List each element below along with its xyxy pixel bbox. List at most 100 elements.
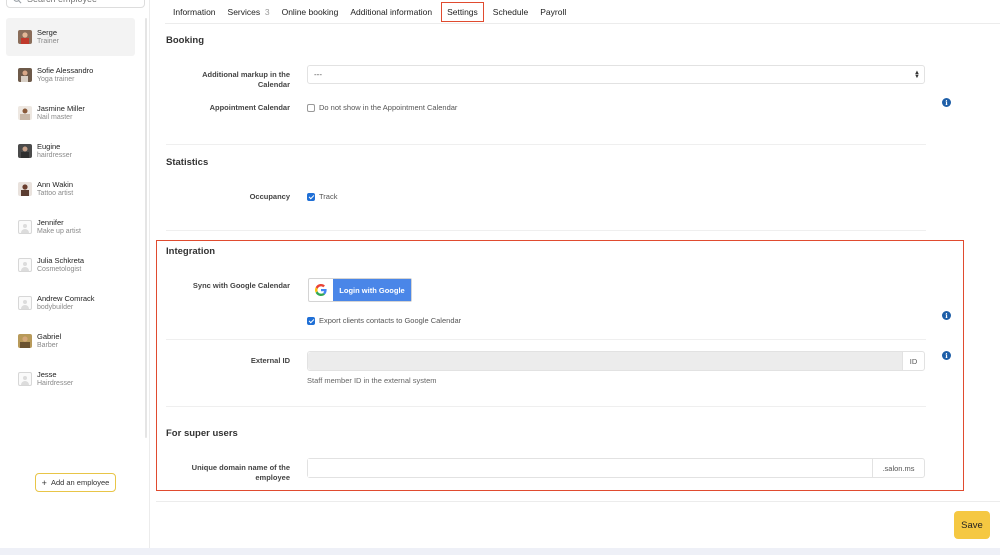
search-icon: [13, 0, 22, 3]
section-divider: [166, 230, 926, 231]
avatar: [18, 334, 32, 348]
avatar: [18, 30, 32, 44]
section-divider: [166, 406, 926, 407]
employee-name: Andrew Comrack: [37, 294, 95, 303]
booking-section-title: Booking: [166, 35, 204, 46]
domain-name-field[interactable]: [308, 459, 872, 477]
employee-name: Gabriel: [37, 332, 62, 341]
employee-search[interactable]: [6, 0, 145, 8]
info-icon[interactable]: i: [942, 311, 951, 320]
tab-services-label: Services: [227, 6, 261, 17]
export-contacts-option[interactable]: Export clients contacts to Google Calend…: [307, 316, 461, 325]
avatar: [18, 182, 32, 196]
domain-name-input[interactable]: .salon.ms: [307, 458, 925, 478]
employee-role: Yoga trainer: [37, 76, 75, 83]
domain-name-label: Unique domain name of the employee: [191, 463, 290, 482]
employee-item-jasmine[interactable]: Jasmine Miller Nail master: [6, 94, 135, 132]
employee-role: Nail master: [37, 114, 73, 121]
employee-sidebar: SergeTrainer Sofie AlessandroYoga traine…: [0, 0, 150, 548]
employee-name: Jesse: [37, 370, 57, 379]
info-icon[interactable]: i: [942, 98, 951, 107]
employee-item-ann[interactable]: Ann Wakin Tattoo artist: [6, 170, 135, 208]
employee-name: Jennifer: [37, 218, 64, 227]
footer-bar: [156, 501, 1000, 548]
search-input[interactable]: [27, 0, 137, 4]
info-icon[interactable]: i: [942, 351, 951, 360]
external-id-hint: Staff member ID in the external system: [307, 376, 437, 385]
integration-section-title: Integration: [166, 246, 216, 257]
employee-item-andrew[interactable]: Andrew Comrack bodybuilder: [6, 284, 135, 322]
employee-role: Barber: [37, 342, 59, 349]
employee-name: Julia Schkreta: [37, 256, 85, 265]
sidebar-scrollbar[interactable]: [145, 18, 147, 438]
export-contacts-checkbox[interactable]: [307, 316, 315, 325]
employee-role: bodybuilder: [37, 304, 74, 311]
employee-name: Sofie Alessandro: [37, 66, 94, 75]
plus-icon: +: [41, 477, 47, 488]
employee-list: Serge Trainer Sofie Alessandro Yoga traine…: [6, 18, 135, 398]
track-text: Track: [319, 192, 338, 201]
external-id-input[interactable]: ID: [307, 351, 925, 371]
employee-item-jesse[interactable]: Jesse Hairdresser: [6, 360, 135, 398]
login-with-google-button[interactable]: Login with Google: [308, 278, 412, 302]
employee-item-jennifer[interactable]: Jennifer Make up artist: [6, 208, 135, 246]
external-id-label: External ID: [250, 356, 290, 365]
statistics-section-title: Statistics: [166, 157, 209, 168]
google-logo-icon: [309, 279, 333, 301]
appointment-calendar-label: Appointment Calendar: [209, 103, 290, 112]
employee-item-gabriel[interactable]: Gabriel Barber: [6, 322, 135, 360]
section-divider: [166, 339, 926, 340]
external-id-field[interactable]: [308, 352, 902, 370]
employee-role: Hairdresser: [37, 380, 74, 387]
employee-item-sofie[interactable]: Sofie Alessandro Yoga trainer: [6, 56, 135, 94]
super-users-section-title: For super users: [166, 428, 238, 439]
add-employee-button[interactable]: + Add an employee: [35, 473, 116, 492]
google-sync-label: Sync with Google Calendar: [192, 281, 290, 290]
markup-select-value: ---: [314, 70, 322, 79]
employee-name: Serge: [37, 28, 58, 37]
employee-item-eugine[interactable]: Eugine hairdresser: [6, 132, 135, 170]
avatar-placeholder-icon: [18, 296, 32, 310]
external-id-addon: ID: [902, 352, 924, 370]
bottom-strip: [0, 548, 1000, 555]
tab-information[interactable]: Information: [173, 7, 216, 17]
employee-name: Ann Wakin: [37, 180, 73, 189]
login-with-google-label: Login with Google: [333, 279, 411, 301]
employee-role: hairdresser: [37, 152, 73, 159]
select-arrows-icon: ▲ ▼: [914, 69, 920, 80]
tab-additional-information[interactable]: Additional information: [350, 7, 432, 17]
avatar: [18, 68, 32, 82]
tab-schedule[interactable]: Schedule: [493, 7, 528, 17]
employee-item-julia[interactable]: Julia Schkreta Cosmetologist: [6, 246, 135, 284]
markup-select[interactable]: --- ▲ ▼: [307, 65, 925, 84]
tab-settings[interactable]: Settings: [441, 1, 484, 22]
employee-name: Eugine: [37, 142, 61, 151]
export-contacts-text: Export clients contacts to Google Calend…: [319, 316, 462, 325]
employee-role: Cosmetologist: [37, 266, 82, 273]
add-employee-label: Add an employee: [50, 478, 110, 487]
occupancy-label: Occupancy: [249, 192, 290, 201]
hide-in-calendar-option[interactable]: Do not show in the Appointment Calendar: [307, 103, 457, 112]
employee-tabs: Information Services 3 Online booking Ad…: [165, 0, 1000, 24]
markup-label: Additional markup in the Calendar: [202, 70, 290, 89]
tab-services[interactable]: Services 3: [228, 7, 270, 17]
avatar: [18, 144, 32, 158]
avatar-placeholder-icon: [18, 220, 32, 234]
domain-suffix-addon: .salon.ms: [872, 459, 924, 477]
track-option[interactable]: Track: [307, 192, 337, 201]
avatar-placeholder-icon: [18, 372, 32, 386]
employee-role: Tattoo artist: [37, 190, 74, 197]
employee-item-serge[interactable]: Serge Trainer: [6, 18, 135, 56]
hide-in-calendar-checkbox[interactable]: [307, 103, 315, 112]
save-button[interactable]: Save: [954, 511, 990, 539]
track-checkbox[interactable]: [307, 192, 315, 201]
tab-payroll[interactable]: Payroll: [540, 7, 566, 17]
employee-role: Make up artist: [37, 228, 81, 235]
avatar-placeholder-icon: [18, 258, 32, 272]
tab-online-booking[interactable]: Online booking: [282, 7, 339, 17]
employee-name: Jasmine Miller: [37, 104, 85, 113]
avatar: [18, 106, 32, 120]
tab-services-count: 3: [264, 6, 270, 17]
section-divider: [166, 144, 926, 145]
hide-in-calendar-text: Do not show in the Appointment Calendar: [319, 103, 458, 112]
